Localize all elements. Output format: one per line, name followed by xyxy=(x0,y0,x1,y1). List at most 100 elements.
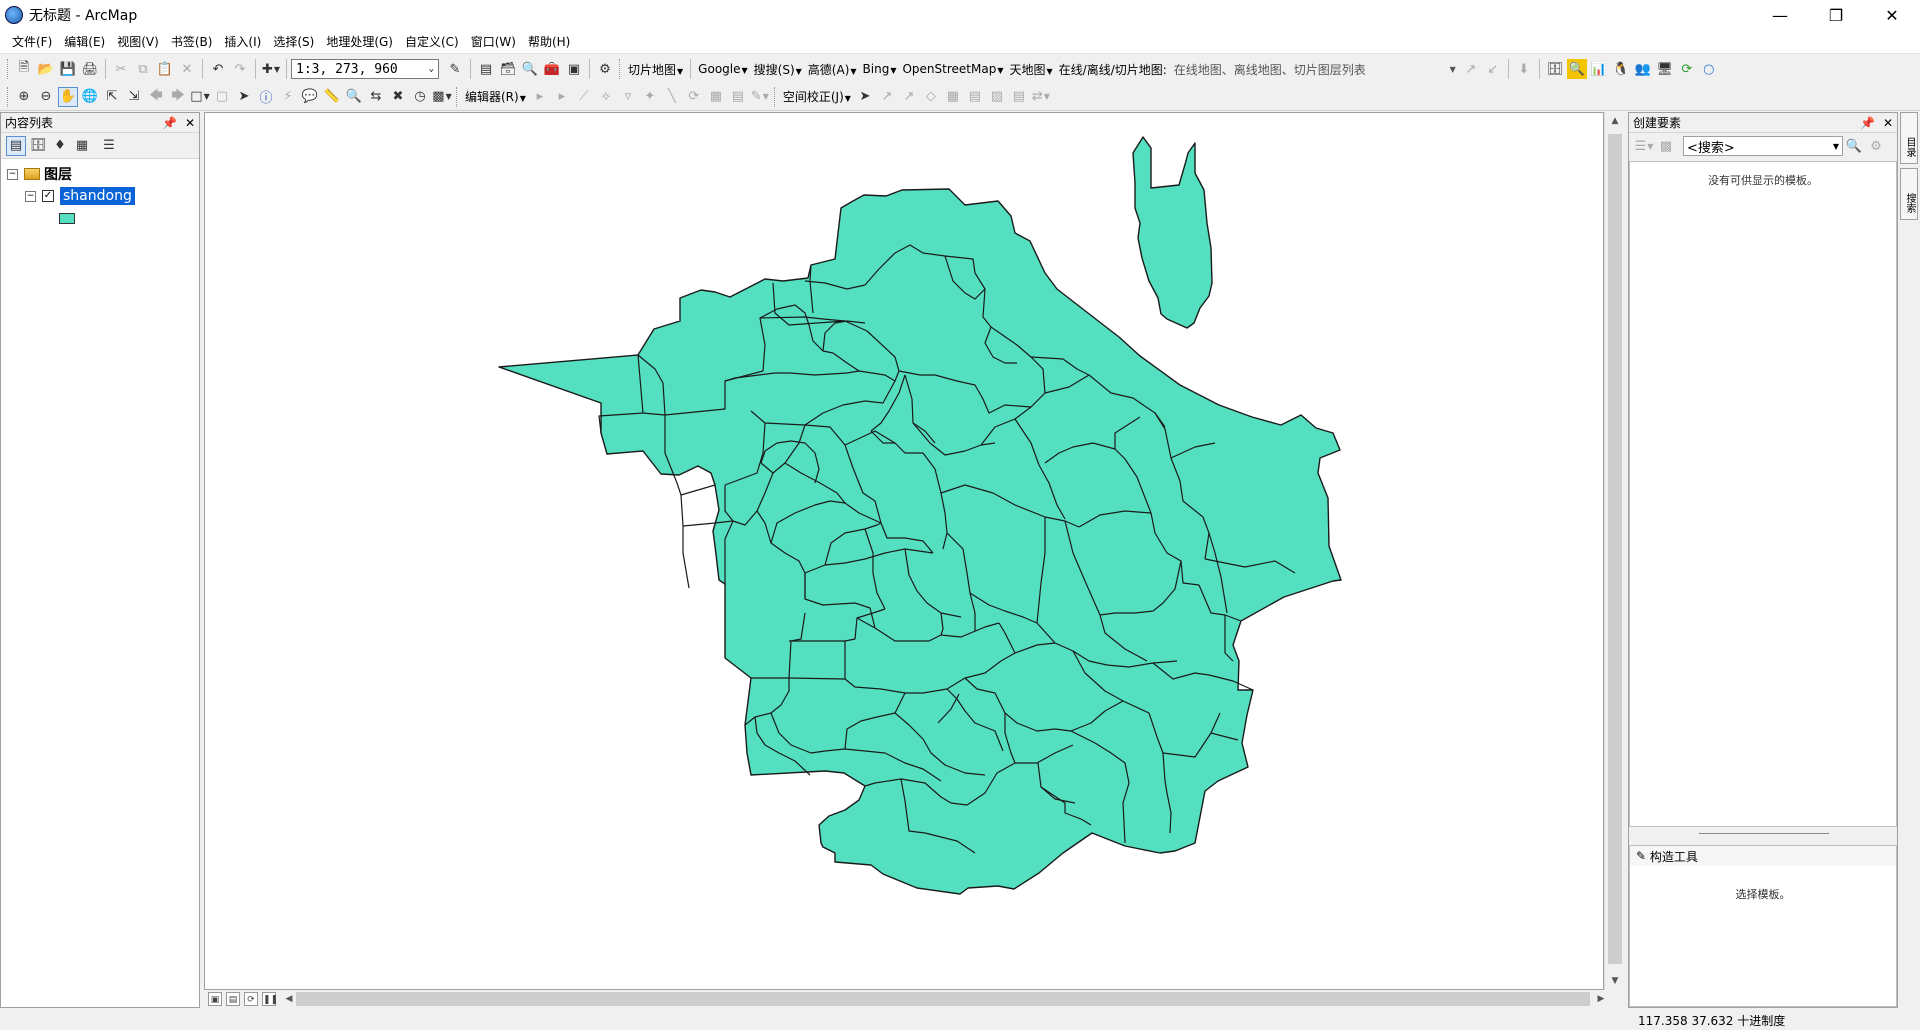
layer-name[interactable]: shandong xyxy=(60,187,135,205)
scroll-up-icon[interactable]: ▲ xyxy=(1605,112,1625,130)
select-features-icon[interactable]: □ ▼ xyxy=(190,87,210,107)
rotate-icon[interactable]: ⟳ xyxy=(684,87,704,107)
catalog-tab[interactable]: 目录 xyxy=(1900,112,1918,164)
attributes-icon[interactable]: ▦ xyxy=(706,87,726,107)
sogou-dropdown[interactable]: 搜搜(S)▼ xyxy=(751,61,805,78)
toolbar-grip[interactable] xyxy=(619,59,622,79)
chart-icon[interactable]: 📊 xyxy=(1589,59,1609,79)
hyperlink-icon[interactable]: ⚡ xyxy=(278,87,298,107)
legend-swatch[interactable] xyxy=(59,212,75,224)
fixed-zoom-in-icon[interactable]: ⇱ xyxy=(102,87,122,107)
info-circle-icon[interactable]: ○ xyxy=(1699,59,1719,79)
layer-visibility-checkbox[interactable]: ✓ xyxy=(42,190,54,202)
cut-polygon-icon[interactable]: ✦ xyxy=(640,87,660,107)
search-tab[interactable]: 搜索 xyxy=(1900,168,1918,220)
menu-selection[interactable]: 选择(S) xyxy=(267,33,320,50)
sketch-properties-icon[interactable]: ▤ xyxy=(728,87,748,107)
forward-extent-icon[interactable]: 🡆 xyxy=(168,87,188,107)
new-displacement-link-icon[interactable]: ↗ xyxy=(877,87,897,107)
find-icon[interactable]: 🔍 xyxy=(344,87,364,107)
organize-templates-icon[interactable]: ☰ ▼ xyxy=(1634,136,1654,156)
multiple-displacement-icon[interactable]: ◇ xyxy=(921,87,941,107)
monitor-icon[interactable]: 🖥 xyxy=(1655,59,1675,79)
menu-windows[interactable]: 窗口(W) xyxy=(465,33,522,50)
editor-toolbar-icon[interactable]: ✎ xyxy=(445,59,465,79)
menu-view[interactable]: 视图(V) xyxy=(111,33,165,50)
spatial-adjust-dropdown[interactable]: 空间校正(J)▼ xyxy=(780,88,854,105)
close-button[interactable]: ✕ xyxy=(1864,0,1920,30)
adjust-icon[interactable]: ⇄ ▼ xyxy=(1031,87,1051,107)
measure-icon[interactable]: 📏 xyxy=(322,87,342,107)
refresh-icon[interactable]: ⟳ xyxy=(1677,59,1697,79)
open-icon[interactable]: 📂 xyxy=(36,59,56,79)
close-icon[interactable]: ✕ xyxy=(185,116,195,130)
link-table-icon[interactable]: ▦ xyxy=(943,87,963,107)
template-search-input[interactable]: <搜索> ▼ xyxy=(1683,136,1843,156)
create-viewer-icon[interactable]: ▩ ▼ xyxy=(432,87,452,107)
edit-tool-icon[interactable]: ▸ xyxy=(530,87,550,107)
search-window-icon[interactable]: 🔍 xyxy=(520,59,540,79)
layout-view-icon[interactable]: ▤ xyxy=(226,992,240,1006)
table-of-contents-icon[interactable]: ▤ xyxy=(476,59,496,79)
database-icon[interactable]: 🗄 xyxy=(1545,59,1565,79)
split-icon[interactable]: ╲ xyxy=(662,87,682,107)
vertex-icon[interactable]: ⟡ xyxy=(596,87,616,107)
print-icon[interactable]: 🖨 xyxy=(80,59,100,79)
toolbar-grip[interactable] xyxy=(456,86,459,107)
list-by-selection-icon[interactable]: ▦ xyxy=(72,136,92,156)
download-icon[interactable]: ⬇ xyxy=(1514,59,1534,79)
users-icon[interactable]: 👥 xyxy=(1633,59,1653,79)
zoom-out-tile-icon[interactable]: ↙ xyxy=(1483,59,1503,79)
osm-dropdown[interactable]: OpenStreetMap▼ xyxy=(899,62,1006,76)
qq-icon[interactable]: 🐧 xyxy=(1611,59,1631,79)
select-pointer-icon[interactable]: ➤ xyxy=(855,87,875,107)
scroll-left-icon[interactable]: ◀ xyxy=(282,992,296,1006)
layers-group-row[interactable]: − 图层 xyxy=(7,163,199,185)
zoom-in-icon[interactable]: ⊕ xyxy=(14,87,34,107)
menu-geoprocessing[interactable]: 地理处理(G) xyxy=(320,33,399,50)
horizontal-scroll-thumb[interactable] xyxy=(296,992,1590,1006)
close-icon[interactable]: ✕ xyxy=(1883,116,1893,130)
menu-insert[interactable]: 插入(I) xyxy=(218,33,267,50)
pause-drawing-icon[interactable]: ❚❚ xyxy=(262,992,278,1006)
toolbar-grip[interactable] xyxy=(7,59,10,79)
scroll-right-icon[interactable]: ▶ xyxy=(1594,992,1608,1006)
toolbar-grip[interactable] xyxy=(773,86,777,107)
zoom-out-icon[interactable]: ⊖ xyxy=(36,87,56,107)
menu-file[interactable]: 文件(F) xyxy=(6,33,58,50)
create-features-icon[interactable]: ✎ ▼ xyxy=(750,87,770,107)
identify-icon[interactable]: ⓘ xyxy=(256,87,276,107)
zoom-in-tile-icon[interactable]: ↗ xyxy=(1461,59,1481,79)
html-popup-icon[interactable]: 💬 xyxy=(300,87,320,107)
modify-link-icon[interactable]: ↗ xyxy=(899,87,919,107)
tile-map-dropdown[interactable]: 切片地图▼ xyxy=(625,61,686,78)
search-icon[interactable]: 🔍 xyxy=(1844,136,1864,156)
reshape-icon[interactable]: ▿ xyxy=(618,87,638,107)
scroll-thumb[interactable] xyxy=(1608,134,1622,964)
preview-window-icon[interactable]: ▤ xyxy=(965,87,985,107)
layer-row-shandong[interactable]: − ✓ shandong xyxy=(7,185,199,207)
panel-splitter[interactable] xyxy=(1629,829,1897,839)
scroll-down-icon[interactable]: ▼ xyxy=(1605,972,1625,990)
menu-help[interactable]: 帮助(H) xyxy=(522,33,576,50)
minimize-button[interactable]: — xyxy=(1752,0,1808,30)
fixed-zoom-out-icon[interactable]: ⇲ xyxy=(124,87,144,107)
settings-icon[interactable]: ⚙ xyxy=(1866,136,1886,156)
redo-icon[interactable]: ↷ xyxy=(230,59,250,79)
menu-customize[interactable]: 自定义(C) xyxy=(399,33,465,50)
cut-icon[interactable]: ✂ xyxy=(111,59,131,79)
pin-icon[interactable]: 📌 xyxy=(162,116,177,130)
tianditu-dropdown[interactable]: 天地图▼ xyxy=(1006,61,1055,78)
go-to-xy-icon[interactable]: ✖ xyxy=(388,87,408,107)
pin-icon[interactable]: 📌 xyxy=(1860,116,1875,130)
back-extent-icon[interactable]: 🡄 xyxy=(146,87,166,107)
menu-bookmarks[interactable]: 书签(B) xyxy=(165,33,219,50)
google-dropdown[interactable]: Google▼ xyxy=(695,62,750,76)
map-view[interactable] xyxy=(204,112,1604,990)
copy-icon[interactable]: ⧉ xyxy=(133,59,153,79)
refresh-view-icon[interactable]: ⟳ xyxy=(244,992,258,1006)
pan-icon[interactable]: ✋ xyxy=(58,86,78,107)
add-data-icon[interactable]: ✚ ▼ xyxy=(261,59,281,79)
catalog-icon[interactable]: 🗃 xyxy=(498,59,518,79)
bing-dropdown[interactable]: Bing▼ xyxy=(860,62,900,76)
